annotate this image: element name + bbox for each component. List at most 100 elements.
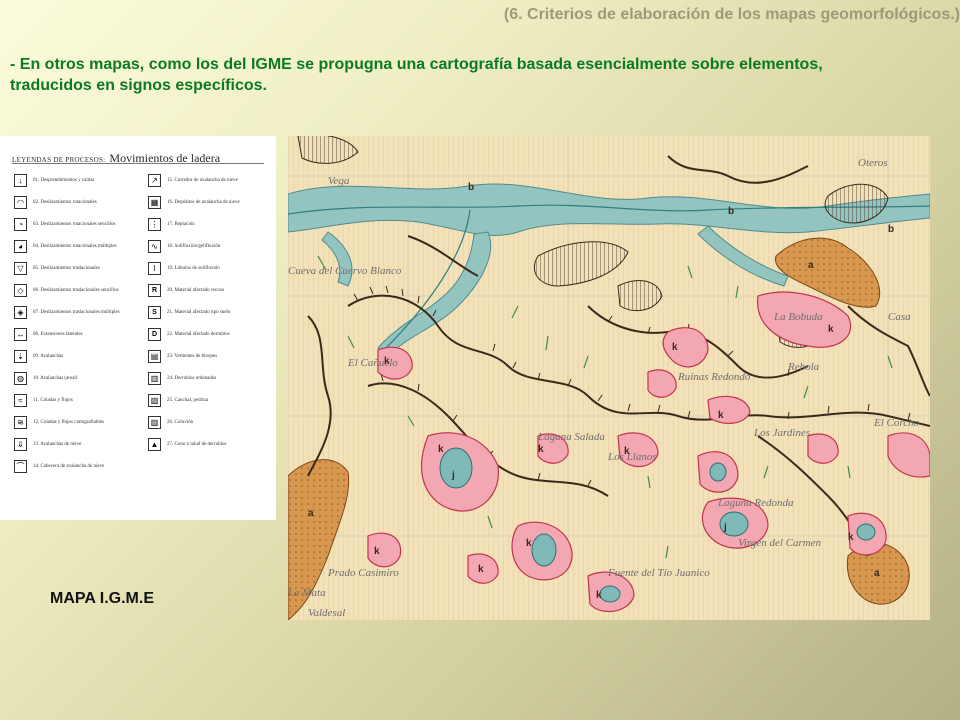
svg-text:a: a [874, 568, 880, 579]
legend-item-label: 16. Depósitos de avalancha de nieve [167, 199, 240, 205]
svg-text:Los Jardines: Los Jardines [753, 427, 810, 439]
legend-item-label: 09. Avalanchas [33, 353, 64, 359]
legend-item-label: 24. Derrubios ordenados [167, 375, 217, 381]
colluvium-icon: ▨ [148, 415, 161, 429]
svg-text:Vega: Vega [328, 175, 350, 187]
svg-text:Virgen del Carmen: Virgen del Carmen [738, 537, 822, 549]
legend-item-label: 10. Avalanchas (areal) [33, 375, 78, 381]
legend-item-label: 26. Coluvión [167, 419, 194, 425]
svg-text:Casa: Casa [888, 311, 911, 323]
svg-text:Rebola: Rebola [787, 361, 820, 373]
svg-text:Cueva del Cuervo Blanco: Cueva del Cuervo Blanco [288, 265, 402, 277]
snow-avalanche-head-icon: ⌒ [14, 459, 27, 473]
block-slope-icon: ▤ [148, 349, 161, 363]
svg-text:Valdesal: Valdesal [308, 607, 345, 619]
section-header: (6. Criterios de elaboración de los mapa… [503, 6, 960, 23]
svg-text:k: k [526, 538, 532, 549]
legend-item: ▥ 24. Derrubios ordenados [148, 367, 240, 389]
legend-item: ⇣ 09. Avalanchas [14, 345, 120, 367]
multiple-rotational-slide-icon: ◕ [14, 239, 27, 253]
legend-item: ⋮ 17. Reptación [148, 213, 240, 235]
legend-item-label: 03. Deslizamientos rotacionales sencillo… [33, 221, 116, 227]
legend-item: ↗ 15. Corredor de avalancha de nieve [148, 169, 240, 191]
legend-item: ≈11. Coladas y flujos [14, 389, 120, 411]
svg-text:Los Llanos: Los Llanos [607, 451, 657, 463]
legend-left-column: ↓ 01. Desprendimientos y caídas ◠ 02. Desli… [14, 169, 120, 477]
svg-text:Laguna Salada: Laguna Salada [537, 431, 605, 443]
svg-text:k: k [624, 446, 630, 457]
svg-text:k: k [438, 444, 444, 455]
lateral-spread-icon: ↔ [14, 327, 27, 341]
avalanche-corridor-icon: ↗ [148, 173, 161, 187]
svg-text:b: b [728, 206, 734, 217]
legend-item-label: 21. Material afectado tipo suelo [167, 309, 231, 315]
simple-translational-slide-icon: ◇ [14, 283, 27, 297]
legend-item: ▦ 16. Depósitos de avalancha de nieve [148, 191, 240, 213]
legend-right-column: ↗ 15. Corredor de avalancha de nieve ▦ 16. … [148, 169, 240, 455]
svg-text:j: j [723, 522, 727, 533]
svg-text:k: k [848, 532, 854, 543]
legend-item-label: 18. Solifluxión/gelifluxión [167, 243, 221, 249]
areal-avalanche-icon: ◍ [14, 371, 27, 385]
legend-item: ⌒ 14. Cabecera de avalancha de nieve [14, 455, 120, 477]
svg-text:Laguna Redonda: Laguna Redonda [717, 497, 794, 509]
scree-icon: ▧ [148, 393, 161, 407]
stratified-debris-icon: ▥ [148, 371, 161, 385]
avalanche-icon: ⇣ [14, 349, 27, 363]
legend-item-label: 12. Coladas y flujos cartografiables [33, 419, 104, 425]
svg-text:Prado Casimiro: Prado Casimiro [327, 567, 399, 579]
solifluction-icon: ∿ [148, 239, 161, 253]
legend-item-label: 13. Avalanchas de nieve [33, 441, 82, 447]
legend-item: ◔ 03. Deslizamientos rotacionales sencill… [14, 213, 120, 235]
legend-divider [12, 163, 264, 164]
legend-item: ∿ 18. Solifluxión/gelifluxión [148, 235, 240, 257]
legend-item: S 21. Material afectado tipo suelo [148, 301, 240, 323]
intro-text: - En otros mapas, como los del IGME se p… [10, 56, 823, 94]
rockfall-icon: ↓ [14, 173, 27, 187]
legend-item-label: 25. Canchal, pedriza [167, 397, 209, 403]
legend-item-label: 06. Deslizamientos traslacionales sencil… [33, 287, 119, 293]
legend-item-label: 17. Reptación [167, 221, 195, 227]
svg-text:j: j [451, 470, 455, 481]
svg-text:Fuente del Tío Juanico: Fuente del Tío Juanico [607, 567, 710, 579]
legend-symbol: D [148, 327, 161, 341]
svg-text:El Corcho: El Corcho [873, 417, 920, 429]
svg-text:El Cañuelo: El Cañuelo [347, 357, 398, 369]
legend-item: ◠ 02. Deslizamientos rotacionales [14, 191, 120, 213]
legend-item-label: 02. Deslizamientos rotacionales [33, 199, 97, 205]
map-caption: MAPA I.G.M.E [50, 590, 154, 607]
geomorphological-map: Vega Cueva del Cuervo Blanco La Bobuda R… [288, 136, 930, 620]
legend-item-label: 04. Deslizamientos rotacionales múltiple… [33, 243, 117, 249]
legend-item: R 20. Material afectado rocoso [148, 279, 240, 301]
solifluction-lobes-icon: ⌇ [148, 261, 161, 275]
legend-item: ◇ 06. Deslizamientos traslacionales senci… [14, 279, 120, 301]
legend-item-label: 11. Coladas y flujos [33, 397, 73, 403]
snow-avalanche-icon: ⇓ [14, 437, 27, 451]
legend-item: ⌇ 19. Lóbulos de solifluxión [148, 257, 240, 279]
svg-text:k: k [672, 342, 678, 353]
svg-text:La Mata: La Mata [288, 587, 326, 599]
legend-item-label: 22. Material afectado derrubios [167, 331, 230, 337]
legend-item: ↓ 01. Desprendimientos y caídas [14, 169, 120, 191]
svg-text:b: b [888, 224, 894, 235]
svg-text:k: k [374, 546, 380, 557]
multiple-translational-slide-icon: ◈ [14, 305, 27, 319]
legend-item: ◈ 07. Deslizamientos traslacionales múlti… [14, 301, 120, 323]
legend-item: ▨ 26. Coluvión [148, 411, 240, 433]
legend-item-label: 07. Deslizamientos traslacionales múltip… [33, 309, 120, 315]
svg-text:b: b [468, 182, 474, 193]
legend-item: ≋ 12. Coladas y flujos cartografiables [14, 411, 120, 433]
legend-item: ▧ 25. Canchal, pedriza [148, 389, 240, 411]
svg-text:k: k [828, 324, 834, 335]
svg-text:k: k [478, 564, 484, 575]
legend-item: ⇓ 13. Avalanchas de nieve [14, 433, 120, 455]
legend-item-label: 05. Deslizamientos traslacionales [33, 265, 100, 271]
legend-item-label: 23. Vertientes de bloques [167, 353, 218, 359]
svg-text:a: a [308, 508, 314, 519]
legend-item-label: 15. Corredor de avalancha de nieve [167, 177, 238, 183]
mappable-flow-icon: ≋ [14, 415, 27, 429]
legend-item: ◕ 04. Deslizamientos rotacionales múltipl… [14, 235, 120, 257]
legend-symbol: S [148, 305, 161, 319]
debris-cone-icon: ▲ [148, 437, 161, 451]
legend-title: LEYENDAS DE PROCESOS: Movimientos de lad… [12, 149, 220, 167]
